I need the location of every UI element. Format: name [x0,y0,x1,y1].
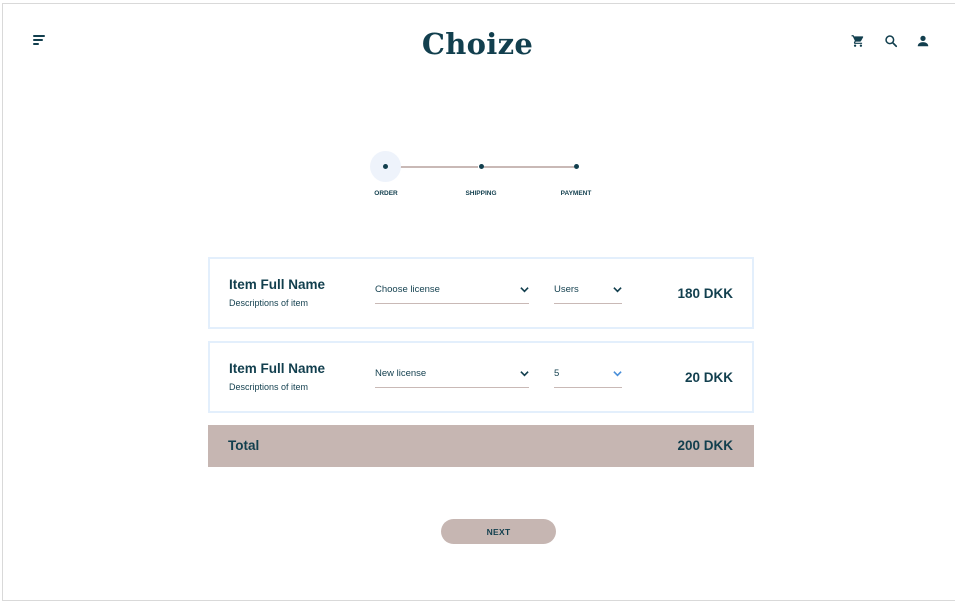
step-label-payment[interactable]: PAYMENT [561,190,592,197]
step-label-order[interactable]: ORDER [374,190,397,197]
item-price: 20 DKK [684,370,733,385]
license-select[interactable]: Choose license [375,282,529,304]
order-total-bar: Total 200 DKK [208,425,754,467]
chevron-down-icon [613,287,622,293]
item-description: Descriptions of item [229,382,309,392]
item-price: 180 DKK [677,286,733,301]
users-select[interactable]: Users [554,282,622,304]
total-value: 200 DKK [677,438,733,453]
chevron-down-icon [613,371,622,377]
cart-icon[interactable] [851,34,865,48]
license-select-value: Choose license [375,284,440,295]
item-name: Item Full Name [229,277,326,292]
logo[interactable]: Choize [0,27,955,61]
user-icon[interactable] [916,34,930,48]
step-dot-order[interactable] [383,164,388,169]
step-label-shipping[interactable]: SHIPPING [465,190,496,197]
cart-item-card: Item Full Name Descriptions of item Choo… [208,257,754,329]
chevron-down-icon [520,287,529,293]
step-dot-shipping[interactable] [479,164,484,169]
step-dot-payment[interactable] [574,164,579,169]
cart-item-card: Item Full Name Descriptions of item New … [208,341,754,413]
users-select-value: Users [554,284,579,295]
item-name: Item Full Name [229,361,326,376]
license-select-value: New license [375,368,427,379]
item-description: Descriptions of item [229,298,309,308]
checkout-stepper: ORDER SHIPPING PAYMENT [370,150,592,210]
search-icon[interactable] [884,34,898,48]
users-select-value: 5 [554,368,560,379]
chevron-down-icon [520,371,529,377]
users-select[interactable]: 5 [554,366,622,388]
total-label: Total [228,438,260,453]
step-connector [388,166,478,168]
next-button[interactable]: NEXT [441,519,556,544]
step-connector [484,166,574,168]
license-select[interactable]: New license [375,366,529,388]
